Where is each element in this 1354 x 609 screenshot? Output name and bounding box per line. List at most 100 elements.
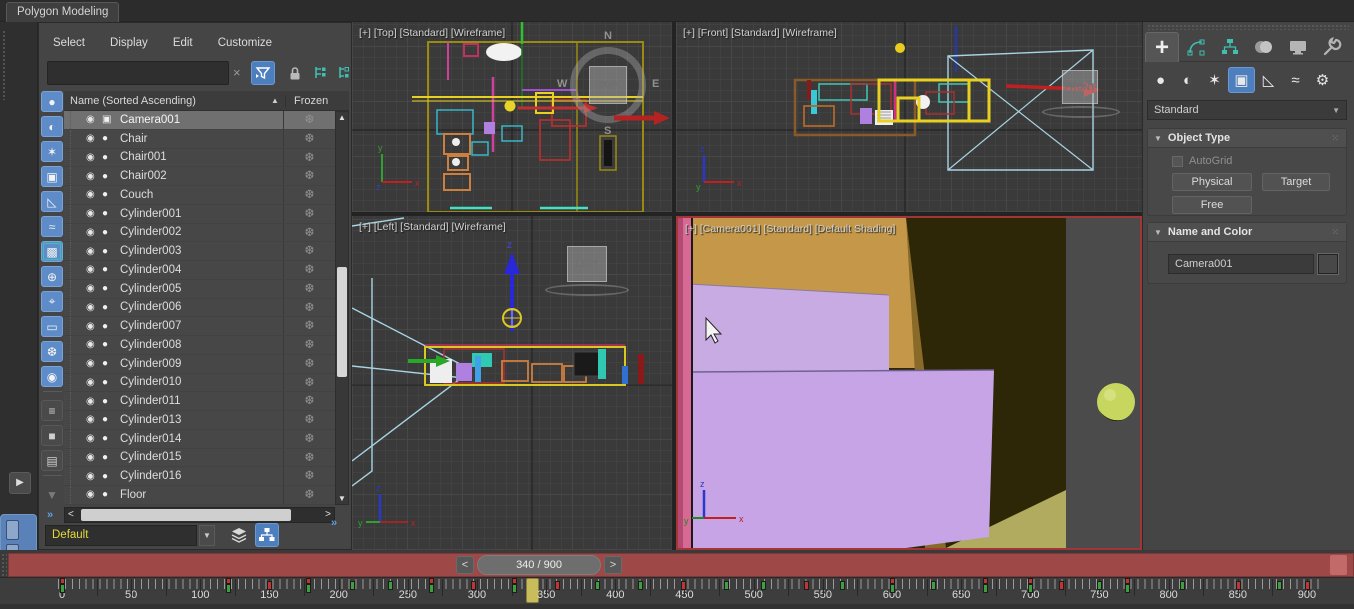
viewport-front[interactable]: z x y FRONT [+] [Front] [Standard] [Wire… (676, 22, 1142, 212)
frozen-snowflake-icon[interactable]: ❆ (283, 392, 335, 410)
keyframe-marker[interactable] (889, 578, 895, 593)
object-name-field[interactable]: Camera001 (1168, 254, 1314, 274)
visibility-eye-icon[interactable]: ◉ (86, 377, 102, 388)
tree-indent[interactable] (70, 223, 86, 242)
visibility-eye-icon[interactable]: ◉ (86, 264, 102, 275)
viewcube[interactable]: LEFT (567, 246, 607, 282)
physical-camera-button[interactable]: Physical (1172, 173, 1252, 191)
frozen-snowflake-icon[interactable]: ❆ (283, 186, 335, 204)
scrollbar-thumb[interactable] (81, 509, 291, 521)
sort-by-layer-button[interactable] (227, 523, 251, 547)
column-name[interactable]: Name (Sorted Ascending) (64, 95, 271, 107)
display-space-warps-icon[interactable]: ≈ (41, 216, 63, 237)
tab-hierarchy[interactable] (1213, 32, 1247, 62)
viewport-top[interactable]: y x z TOP N W E S [+] [Top] [Standard] [… (352, 22, 672, 212)
viewport-label[interactable]: [+] [Front] [Standard] [Wireframe] (683, 27, 837, 39)
keyframe-marker[interactable] (1028, 578, 1034, 593)
list-item-cylinder014[interactable]: ◉ ● Cylinder014 ❆ (64, 429, 335, 449)
object-dot-icon[interactable]: ● (102, 414, 120, 425)
visibility-eye-icon[interactable]: ◉ (86, 321, 102, 332)
overflow-chevron-left[interactable]: » (47, 509, 53, 521)
doc-list-icon[interactable]: ≡ (41, 400, 63, 421)
menu-edit[interactable]: Edit (173, 37, 193, 49)
expand-tree-icon[interactable] (309, 61, 333, 85)
select-filter-button[interactable] (251, 61, 275, 85)
menu-customize[interactable]: Customize (218, 37, 272, 49)
list-item-cylinder016[interactable]: ◉ ● Cylinder016 ❆ (64, 467, 335, 486)
frozen-snowflake-icon[interactable]: ❆ (283, 429, 335, 448)
tree-indent[interactable] (70, 467, 86, 485)
object-dot-icon[interactable]: ● (102, 471, 120, 482)
keyframe-marker[interactable] (267, 581, 273, 590)
object-name[interactable]: Cylinder009 (120, 358, 283, 370)
panel-grip[interactable] (1147, 24, 1349, 30)
camera-object-icon[interactable]: ▣ (102, 114, 120, 125)
object-dot-icon[interactable]: ● (102, 377, 120, 388)
list-item-floor[interactable]: ◉ ● Floor ❆ (64, 486, 335, 505)
tree-indent[interactable] (70, 429, 86, 448)
visibility-eye-icon[interactable]: ◉ (86, 471, 102, 482)
frozen-snowflake-icon[interactable]: ❆ (283, 317, 335, 335)
category-helpers-icon[interactable]: ◺ (1255, 67, 1282, 93)
frozen-snowflake-icon[interactable]: ❆ (283, 448, 335, 467)
object-dot-icon[interactable]: ● (102, 152, 120, 163)
list-item-cylinder008[interactable]: ◉ ● Cylinder008 ❆ (64, 336, 335, 355)
object-dot-icon[interactable]: ● (102, 227, 120, 238)
visibility-eye-icon[interactable]: ◉ (86, 189, 102, 200)
frozen-snowflake-icon[interactable]: ❆ (283, 148, 335, 167)
list-item-chair[interactable]: ◉ ● Chair ❆ (64, 129, 335, 149)
keyframe-marker[interactable] (1180, 581, 1186, 590)
frozen-snowflake-icon[interactable]: ❆ (283, 411, 335, 429)
object-name[interactable]: Chair002 (120, 170, 283, 182)
frozen-snowflake-icon[interactable]: ❆ (283, 129, 335, 148)
compass-west[interactable]: W (557, 78, 567, 90)
frozen-snowflake-icon[interactable]: ❆ (283, 336, 335, 354)
frozen-snowflake-icon[interactable]: ❆ (283, 279, 335, 298)
display-helpers-icon[interactable]: ◺ (41, 191, 63, 212)
vertical-scrollbar[interactable]: ▲ ▼ (335, 111, 349, 505)
custom-filter-icon[interactable]: ▼ (41, 484, 63, 505)
list-item-cylinder011[interactable]: ◉ ● Cylinder011 ❆ (64, 392, 335, 411)
keyframe-marker[interactable] (306, 578, 312, 593)
object-dot-icon[interactable]: ● (102, 283, 120, 294)
visibility-eye-icon[interactable]: ◉ (86, 414, 102, 425)
object-name[interactable]: Cylinder014 (120, 433, 283, 445)
frozen-snowflake-icon[interactable]: ❆ (283, 486, 335, 504)
tab-polygon-modeling[interactable]: Polygon Modeling (6, 2, 120, 22)
rollout-grip-icon[interactable]: ⁙ (1331, 227, 1340, 238)
compass-east[interactable]: E (652, 78, 659, 90)
tab-create[interactable]: + (1145, 32, 1179, 62)
keyframe-marker[interactable] (761, 581, 767, 590)
list-item-cylinder005[interactable]: ◉ ● Cylinder005 ❆ (64, 279, 335, 299)
visibility-eye-icon[interactable]: ◉ (86, 227, 102, 238)
viewport-camera001[interactable]: z y x [+] [Camera001] [Standard] [Defaul… (676, 216, 1142, 550)
list-item-couch[interactable]: ◉ ● Couch ❆ (64, 186, 335, 205)
object-name[interactable]: Couch (120, 189, 283, 201)
compass-south[interactable]: S (604, 125, 611, 137)
compass-north[interactable]: N (604, 30, 612, 42)
previous-frame-button[interactable]: < (456, 556, 474, 574)
tree-indent[interactable] (70, 486, 86, 504)
display-frozen-icon[interactable]: ❆ (41, 341, 63, 362)
display-groups-icon[interactable]: ▩ (41, 241, 63, 262)
doc-detail-icon[interactable]: ▤ (41, 450, 63, 471)
object-dot-icon[interactable]: ● (102, 208, 120, 219)
visibility-eye-icon[interactable]: ◉ (86, 302, 102, 313)
target-camera-button[interactable]: Target (1262, 173, 1330, 191)
object-name[interactable]: Chair (120, 133, 283, 145)
tab-motion[interactable] (1247, 32, 1281, 62)
display-bones-icon[interactable]: ⌖ (41, 291, 63, 312)
visibility-eye-icon[interactable]: ◉ (86, 433, 102, 444)
tree-indent[interactable] (70, 148, 86, 167)
clear-search-icon[interactable]: × (233, 65, 241, 80)
object-name[interactable]: Cylinder008 (120, 339, 283, 351)
visibility-eye-icon[interactable]: ◉ (86, 489, 102, 500)
layer-dropdown[interactable]: Default (45, 525, 197, 546)
object-name[interactable]: Camera001 (120, 114, 283, 126)
object-dot-icon[interactable]: ● (102, 246, 120, 257)
tree-indent[interactable] (70, 129, 86, 148)
lock-explorer-button[interactable] (283, 61, 307, 85)
track-bar-ruler[interactable]: 0501001502002503003504004505005506006507… (0, 577, 1354, 604)
frozen-snowflake-icon[interactable]: ❆ (283, 242, 335, 260)
display-cameras-icon[interactable]: ▣ (41, 166, 63, 187)
